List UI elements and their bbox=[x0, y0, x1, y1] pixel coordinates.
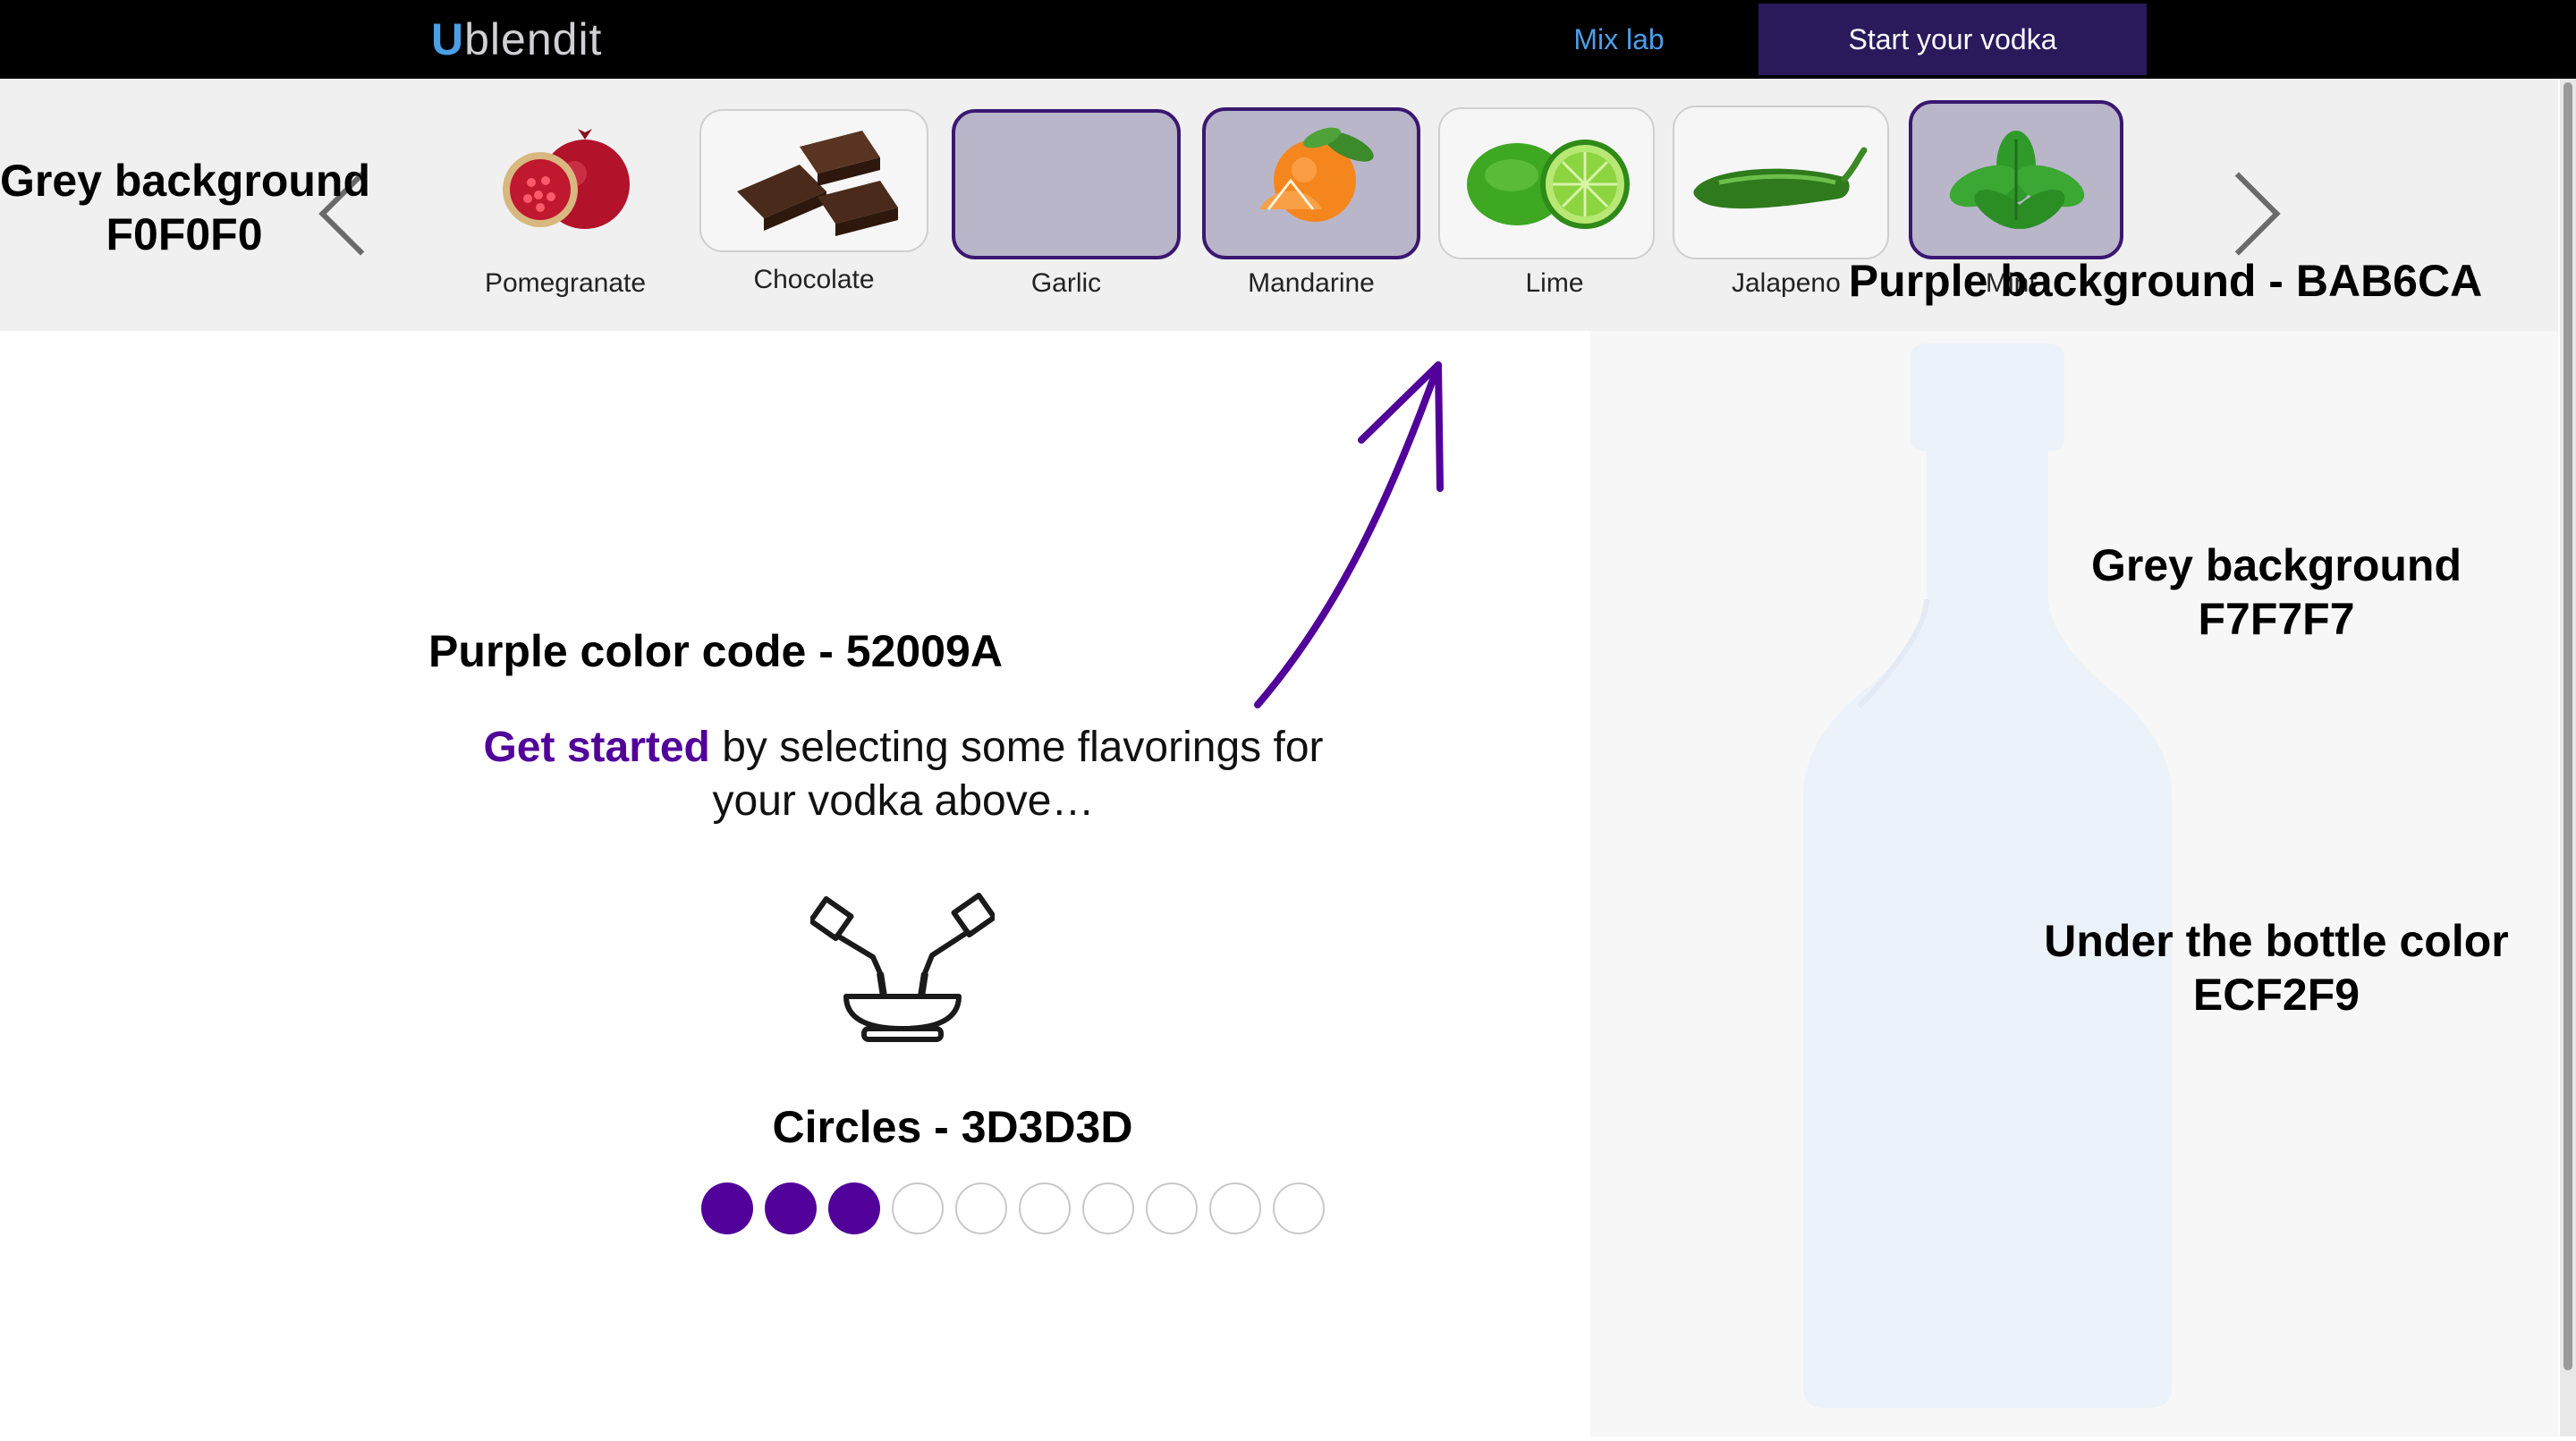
annotation-arrow-icon bbox=[1254, 361, 1444, 708]
annotation-grey-f0f0f0: Grey background F0F0F0 bbox=[0, 156, 370, 259]
ublendit-logo[interactable]: Ublendit bbox=[431, 13, 602, 66]
annotation-purple-background: Purple background - BAB6CA bbox=[1848, 256, 2483, 306]
bottle-preview-panel bbox=[1590, 331, 2558, 1437]
ingredient-card-pomegranate[interactable] bbox=[451, 111, 680, 258]
annotation-bottle-color: Under the bottle color ECF2F9 bbox=[2044, 916, 2509, 1020]
top-navigation-bar bbox=[0, 0, 2576, 79]
ingredient-label-pomegranate: Pomegranate bbox=[484, 268, 647, 298]
annotation-purple-color-code: Purple color code - 52009A bbox=[428, 626, 1003, 676]
ingredient-label-mandarine: Mandarine bbox=[1248, 268, 1375, 298]
annotation-grey-f7f7f7: Grey background F7F7F7 bbox=[2091, 540, 2462, 644]
progress-dot bbox=[828, 1182, 880, 1234]
mixing-bottles-icon bbox=[810, 892, 995, 1042]
annotation-circles: Circles - 3D3D3D bbox=[772, 1102, 1133, 1152]
vodka-bottle-icon bbox=[1803, 343, 2172, 1408]
ingredient-label-chocolate: Chocolate bbox=[753, 265, 875, 294]
ingredient-card-chocolate[interactable] bbox=[699, 109, 928, 252]
jalapeno-icon bbox=[1693, 147, 1868, 209]
progress-dot bbox=[1082, 1182, 1134, 1234]
mint-icon bbox=[1949, 131, 2085, 229]
lime-icon bbox=[1467, 140, 1630, 229]
progress-dot bbox=[1273, 1182, 1325, 1234]
ingredient-label-garlic: Garlic bbox=[1030, 268, 1102, 298]
ingredient-card-lime[interactable] bbox=[1438, 107, 1655, 259]
get-started-highlight: Get started bbox=[483, 724, 710, 771]
scrollbar-thumb[interactable] bbox=[2563, 82, 2572, 1370]
ingredient-card-jalapeno[interactable] bbox=[1673, 106, 1889, 259]
progress-dot bbox=[892, 1182, 944, 1234]
progress-dot bbox=[1209, 1182, 1261, 1234]
progress-dot bbox=[701, 1182, 753, 1234]
ingredient-card-garlic[interactable] bbox=[952, 109, 1181, 259]
progress-dot bbox=[1019, 1182, 1071, 1234]
get-started-message: Get started by selecting some flavorings… bbox=[483, 724, 1324, 825]
mandarine-icon bbox=[1259, 127, 1374, 222]
pomegranate-icon bbox=[503, 129, 630, 229]
chocolate-icon bbox=[737, 131, 898, 236]
nav-link-mix-lab[interactable]: Mix lab bbox=[1547, 0, 1690, 79]
ingredient-card-mint[interactable] bbox=[1909, 100, 2123, 259]
ingredient-card-mandarine[interactable] bbox=[1202, 107, 1420, 259]
progress-dot bbox=[765, 1182, 817, 1234]
ingredient-label-lime: Lime bbox=[1525, 268, 1584, 298]
nav-start-your-vodka-button[interactable]: Start your vodka bbox=[1758, 4, 2147, 75]
progress-dot bbox=[1146, 1182, 1198, 1234]
progress-dot bbox=[955, 1182, 1007, 1234]
